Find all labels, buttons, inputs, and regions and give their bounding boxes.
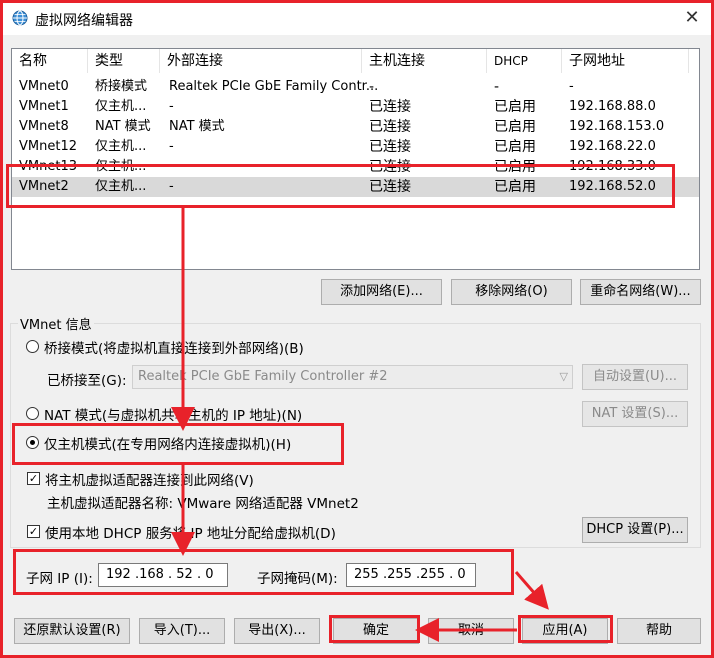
bridged-to-select[interactable]: Realtek PCIe GbE Family Controller #2 ▽ xyxy=(132,365,573,389)
column-header-subnet[interactable]: 子网地址 xyxy=(562,49,689,73)
auto-settings-button[interactable]: 自动设置(U)... xyxy=(582,364,688,390)
ok-button[interactable]: 确定 xyxy=(333,618,419,644)
nat-settings-button[interactable]: NAT 设置(S)... xyxy=(582,401,688,427)
table-row[interactable] xyxy=(12,97,699,117)
bridged-radio[interactable] xyxy=(26,340,39,353)
table-row[interactable] xyxy=(12,177,699,197)
connect-adapter-checkbox[interactable]: ✓ xyxy=(27,472,40,485)
add-network-button[interactable]: 添加网络(E)... xyxy=(321,279,442,305)
apply-button[interactable]: 应用(A) xyxy=(522,618,608,644)
hostonly-label[interactable]: 仅主机模式(在专用网络内连接虚拟机)(H) xyxy=(44,433,291,453)
window-title: 虚拟网络编辑器 xyxy=(35,13,133,29)
nat-label[interactable]: NAT 模式(与虚拟机共享主机的 IP 地址)(N) xyxy=(44,404,302,424)
hostonly-radio[interactable] xyxy=(26,436,39,449)
dhcp-settings-button[interactable]: DHCP 设置(P)... xyxy=(582,517,688,543)
table-row[interactable] xyxy=(12,117,699,137)
remove-network-button[interactable]: 移除网络(O) xyxy=(451,279,572,305)
connect-adapter-label[interactable]: 将主机虚拟适配器连接到此网络(V) xyxy=(45,469,254,489)
bridged-label[interactable]: 桥接模式(将虚拟机直接连接到外部网络)(B) xyxy=(44,337,304,357)
cancel-button[interactable]: 取消 xyxy=(428,618,514,644)
table-row[interactable] xyxy=(12,77,699,97)
vmnet-info-label: VMnet 信息 xyxy=(18,314,94,333)
subnet-mask-label: 子网掩码(M): xyxy=(257,571,338,587)
export-button[interactable]: 导出(X)... xyxy=(234,618,320,644)
help-button[interactable]: 帮助 xyxy=(617,618,701,644)
restore-defaults-button[interactable]: 还原默认设置(R) xyxy=(14,618,130,644)
import-button[interactable]: 导入(T)... xyxy=(139,618,225,644)
use-dhcp-checkbox[interactable]: ✓ xyxy=(27,525,40,538)
column-header-host[interactable]: 主机连接 xyxy=(362,49,487,73)
table-row[interactable] xyxy=(12,157,699,177)
close-icon[interactable]: ✕ xyxy=(681,7,703,29)
use-dhcp-label[interactable]: 使用本地 DHCP 服务将 IP 地址分配给虚拟机(D) xyxy=(45,522,336,542)
column-header-external[interactable]: 外部连接 xyxy=(160,49,362,73)
bridged-to-value: Realtek PCIe GbE Family Controller #2 xyxy=(138,369,388,384)
subnet-mask-input[interactable]: 255 .255 .255 . 0 xyxy=(346,563,476,587)
title-bar: 虚拟网络编辑器 ✕ xyxy=(1,1,713,35)
column-header-dhcp[interactable]: DHCP xyxy=(487,49,562,73)
globe-icon xyxy=(12,10,28,26)
network-list[interactable]: 名称 类型 外部连接 主机连接 DHCP 子网地址 VMnet0 桥接模式 Real… xyxy=(11,48,700,270)
bridged-to-label: 已桥接至(G): xyxy=(47,373,127,389)
chevron-down-icon: ▽ xyxy=(559,370,568,383)
nat-radio[interactable] xyxy=(26,407,39,420)
column-header-type[interactable]: 类型 xyxy=(88,49,160,73)
subnet-ip-label: 子网 IP (I): xyxy=(26,571,93,587)
adapter-name-text: 主机虚拟适配器名称: VMware 网络适配器 VMnet2 xyxy=(47,496,359,512)
table-row[interactable] xyxy=(12,137,699,157)
rename-network-button[interactable]: 重命名网络(W)... xyxy=(580,279,701,305)
column-header-name[interactable]: 名称 xyxy=(12,49,88,73)
subnet-ip-input[interactable]: 192 .168 . 52 . 0 xyxy=(98,563,228,587)
